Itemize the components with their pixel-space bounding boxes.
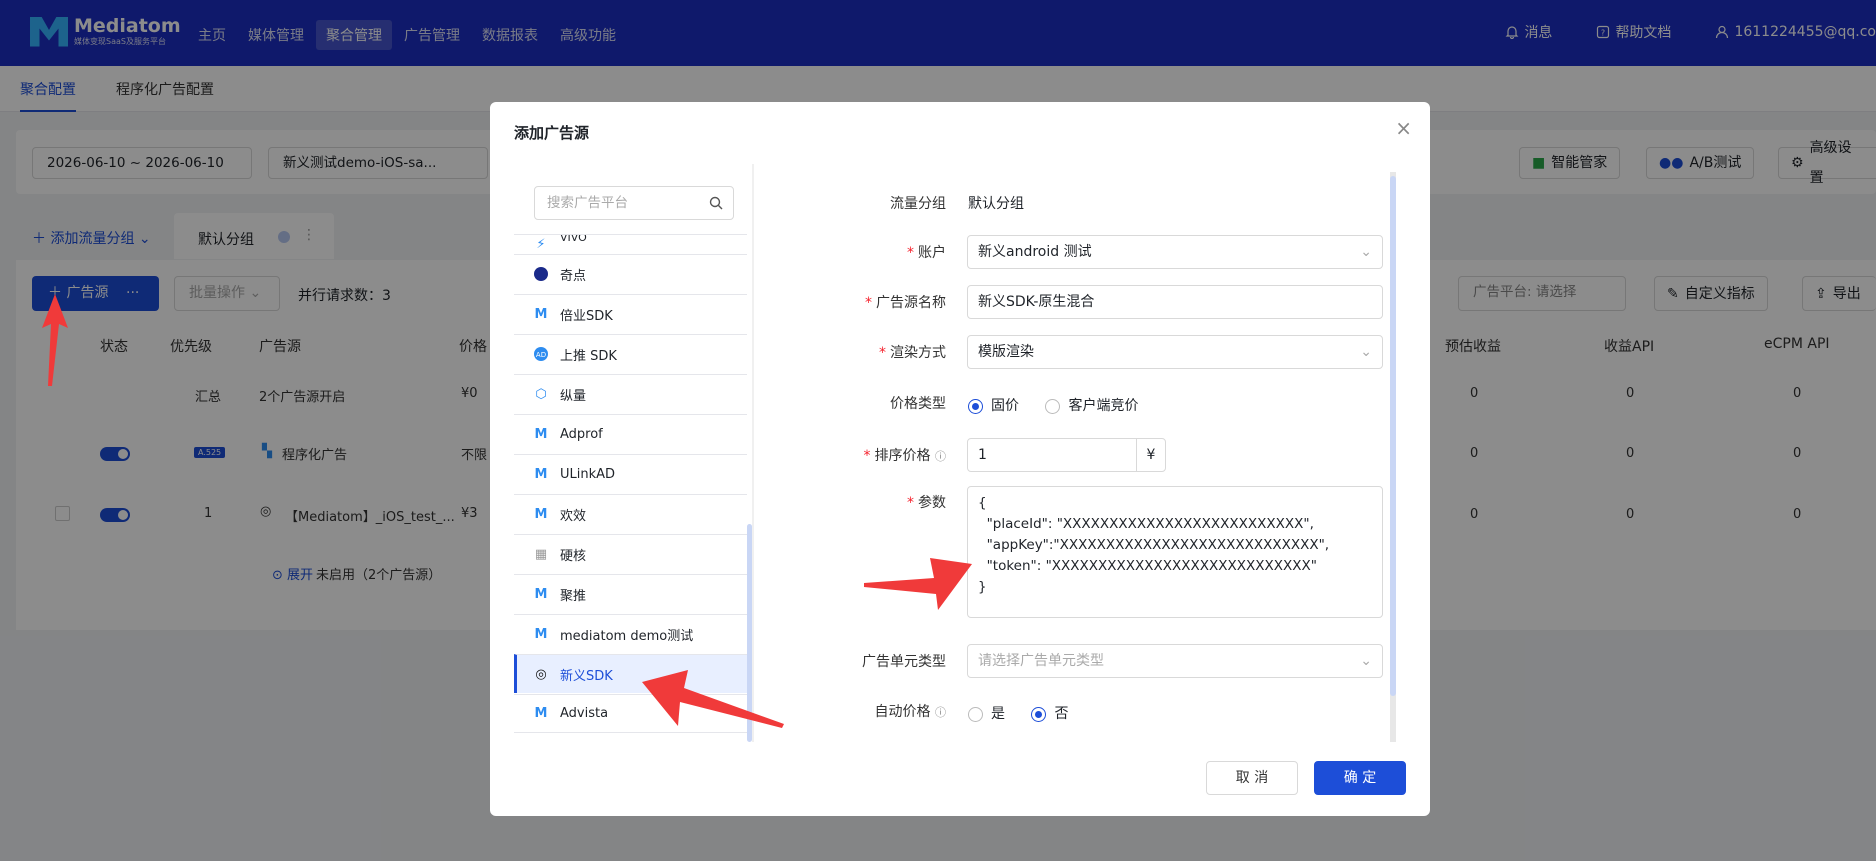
spiral-icon: ◎ [535,666,547,682]
no-label: 否 [1054,706,1069,722]
platform-item-mediatom-demo[interactable]: Mmediatom demo测试 [514,614,747,653]
radio-fixed-price[interactable] [968,398,983,414]
render-mode-value: 模版渲染 [978,344,1034,360]
platform-search-input[interactable]: 搜索广告平台 [534,186,734,220]
dialog-title: 添加广告源 [514,124,590,142]
platform-item-zongliang[interactable]: ⬡ 纵量 [514,374,747,413]
platform-label: 上推 SDK [560,348,617,364]
sort-price-label-wrap: * 排序价格 ⓘ [863,448,946,464]
shangtui-icon: AD [532,345,550,363]
chevron-down-icon: ⌄ [1360,344,1372,360]
info-icon[interactable]: ⓘ [935,450,946,463]
zongliang-icon: ⬡ [535,386,547,402]
render-label-wrap: * 渲染方式 [879,345,946,361]
close-icon[interactable]: × [1395,116,1412,140]
platform-panel: 搜索广告平台 ⚡ VIVO 奇点 M 倍业SDK AD 上推 SDK ⬡ 纵量 M Adp… [514,164,754,742]
platform-label: 欢效 [560,508,587,524]
platform-item-huanxiao[interactable]: M 欢效 [514,494,747,533]
auto-price-label: 自动价格 [874,704,931,720]
params-label-wrap: * 参数 [907,495,946,511]
platform-label: VIVO [560,234,587,244]
platform-item-shangtui[interactable]: AD 上推 SDK [514,334,747,373]
platform-label: 新义SDK [560,668,613,684]
currency-suffix: ¥ [1136,438,1166,472]
client-bidding-label: 客户端竞价 [1068,398,1139,414]
platform-label: 奇点 [560,268,587,284]
params-textarea[interactable]: { "placeId": "XXXXXXXXXXXXXXXXXXXXXXXXXX… [967,486,1383,618]
unit-type-select[interactable]: 请选择广告单元类型 ⌄ [967,644,1383,678]
sort-price-input[interactable]: 1 [967,438,1137,472]
platform-label: ULinkAD [560,466,616,482]
platform-label: Adprof [560,426,603,442]
render-mode-select[interactable]: 模版渲染 ⌄ [967,335,1383,369]
search-icon [709,196,723,210]
render-mode-label: 渲染方式 [890,345,946,361]
name-label-wrap: * 广告源名称 [865,295,946,311]
account-label: 账户 [918,245,946,261]
platform-item-beiye[interactable]: M 倍业SDK [514,294,747,333]
search-placeholder: 搜索广告平台 [547,195,628,211]
vivo-icon: ⚡ [536,236,546,252]
svg-text:AD: AD [536,351,546,359]
platform-label: 硬核 [560,548,587,564]
ad-source-name-label: 广告源名称 [876,295,946,311]
ad-source-name-input[interactable]: 新义SDK-原生混合 [967,285,1383,319]
platform-label: 纵量 [560,388,587,404]
yes-label: 是 [991,706,1005,722]
platform-item-yinghe[interactable]: ▦ 硬核 [514,534,747,573]
platform-item-ulinkad[interactable]: M ULinkAD [514,454,747,493]
price-type-label: 价格类型 [890,396,946,412]
platform-list-scrollbar[interactable] [747,524,752,742]
price-type-group: 固价 客户端竞价 [968,395,1138,415]
auto-price-label-wrap: 自动价格 ⓘ [764,701,946,721]
sort-price-label: 排序价格 [874,448,931,464]
platform-item-qidian[interactable]: 奇点 [514,254,747,293]
radio-auto-price-no[interactable] [1031,706,1047,722]
group-value: 默认分组 [968,196,1024,212]
unit-type-label: 广告单元类型 [862,654,946,670]
platform-item-jutui[interactable]: M 聚推 [514,574,747,613]
platform-label: Advista [560,706,609,721]
add-ad-source-dialog: 添加广告源 × 搜索广告平台 ⚡ VIVO 奇点 M 倍业SDK AD 上推 SDK … [490,102,1430,816]
form-scrollbar[interactable] [1390,172,1396,742]
account-select[interactable]: 新义android 测试 ⌄ [967,235,1383,269]
fixed-price-label: 固价 [991,398,1019,414]
platform-item-vivo[interactable]: ⚡ VIVO [514,234,747,254]
m-logo-icon: M [534,426,548,442]
m-logo-icon: M [534,626,548,642]
m-logo-icon: M [534,506,548,522]
radio-auto-price-yes[interactable] [968,706,983,722]
m-logo-icon: M [534,306,548,322]
m-logo-icon: M [534,466,548,482]
qidian-icon [532,265,550,283]
platform-label: 倍业SDK [560,308,613,324]
unit-type-placeholder: 请选择广告单元类型 [978,653,1104,669]
cancel-button[interactable]: 取 消 [1206,761,1298,795]
platform-item-advista[interactable]: M Advista [514,694,747,733]
platform-label: 聚推 [560,588,587,604]
ad-source-form: 流量分组 默认分组 * 账户 新义android 测试 ⌄ * 广告源名称 新义SDK… [764,164,1394,742]
radio-client-bidding[interactable] [1045,398,1061,414]
group-label: 流量分组 [890,196,946,212]
chevron-down-icon: ⌄ [1360,244,1372,260]
auto-price-group: 是 否 [968,703,1068,723]
params-label: 参数 [918,495,946,511]
chevron-down-icon: ⌄ [1360,653,1372,669]
account-label-wrap: * 账户 [907,245,946,261]
platform-item-adprof[interactable]: M Adprof [514,414,747,453]
account-value: 新义android 测试 [978,244,1092,260]
confirm-button[interactable]: 确 定 [1314,761,1406,795]
yinghe-icon: ▦ [534,546,548,562]
platform-label: mediatom demo测试 [560,628,694,644]
platform-item-xinyi-sdk[interactable]: ◎ 新义SDK [514,654,747,693]
m-logo-icon: M [534,706,548,721]
m-logo-icon: M [534,586,548,602]
info-icon[interactable]: ⓘ [935,706,946,719]
